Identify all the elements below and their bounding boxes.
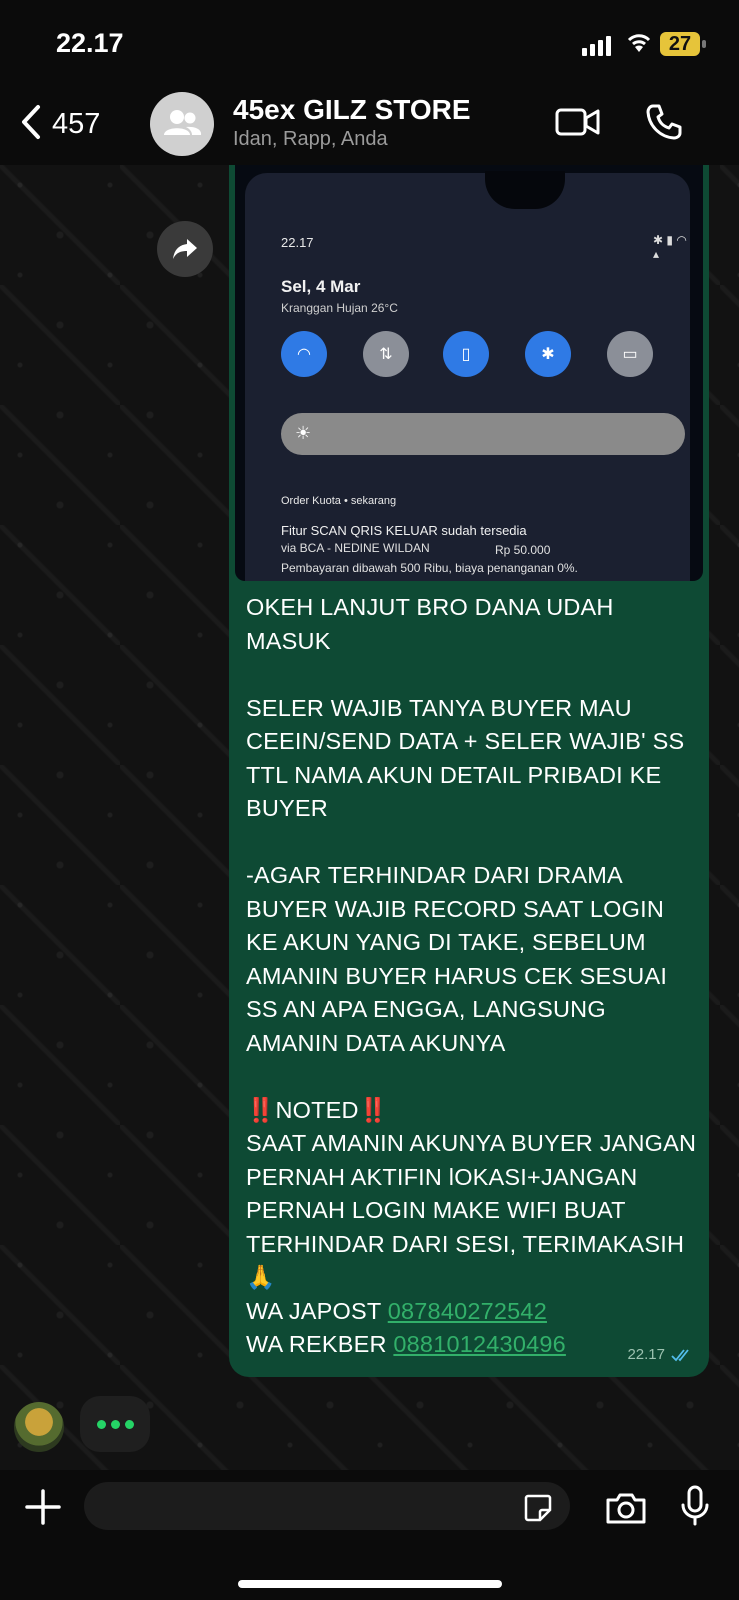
message-bubble[interactable]: 22.17 ✱ ▮ ◠ ▴ Sel, 4 Mar Kranggan Hujan …: [229, 165, 709, 1377]
attach-button[interactable]: [24, 1488, 62, 1534]
chat-participants: Idan, Rapp, Anda: [233, 128, 388, 150]
video-call-button[interactable]: [554, 104, 602, 145]
rekber-label: WA REKBER: [246, 1331, 394, 1357]
home-indicator: [238, 1580, 502, 1588]
message-meta: 22.17: [627, 1346, 693, 1363]
typing-indicator: [80, 1396, 150, 1452]
back-button[interactable]: 457: [20, 104, 100, 145]
sticker-button[interactable]: [522, 1492, 554, 1529]
message-time: 22.17: [627, 1346, 665, 1363]
data-toggle-icon: ⇅: [363, 331, 409, 377]
message-text: OKEH LANJUT BRO DANA UDAH MASUK SELER WA…: [246, 591, 698, 1362]
wifi-icon: [626, 32, 652, 59]
phone-screenshot: 22.17 ✱ ▮ ◠ ▴ Sel, 4 Mar Kranggan Hujan …: [245, 171, 690, 581]
unread-count: 457: [52, 108, 101, 140]
rekber-phone-link[interactable]: 0881012430496: [393, 1331, 566, 1357]
japost-label: WA JAPOST: [246, 1297, 388, 1324]
message-body: OKEH LANJUT BRO DANA UDAH MASUK SELER WA…: [246, 594, 697, 1290]
forward-button[interactable]: [157, 221, 213, 277]
photo-status-time: 22.17: [281, 235, 314, 250]
phone-icon: [646, 104, 682, 140]
plus-icon: [25, 1489, 61, 1525]
chat-title[interactable]: 45ex GILZ STORE: [233, 94, 471, 126]
brightness-slider: ☀: [281, 413, 685, 455]
status-bar: 22.17 27: [0, 0, 739, 80]
video-call-icon: [555, 108, 600, 136]
notification-app: Order Kuota • sekarang: [281, 495, 397, 507]
notification-title: Fitur SCAN QRIS KELUAR sudah tersedia: [281, 523, 527, 538]
voice-message-button[interactable]: [680, 1484, 710, 1533]
microphone-icon: [681, 1485, 709, 1526]
group-avatar[interactable]: [150, 92, 214, 156]
photo-status-icons: ✱ ▮ ◠ ▴: [653, 233, 687, 261]
chat-header: 457 45ex GILZ STORE Idan, Rapp, Anda: [0, 80, 739, 165]
status-time: 22.17: [56, 28, 124, 58]
photo-weather: Kranggan Hujan 26°C: [281, 301, 398, 315]
bluetooth-toggle-icon: ✱: [525, 331, 571, 377]
double-check-icon: [671, 1348, 689, 1361]
vibrate-toggle-icon: ▯: [443, 331, 489, 377]
cellular-signal-icon: [582, 36, 611, 56]
notification-amount: Rp 50.000: [495, 543, 551, 557]
wifi-toggle-icon: ◠: [281, 331, 327, 377]
sender-avatar[interactable]: [14, 1402, 64, 1452]
japost-phone-link[interactable]: 087840272542: [388, 1298, 547, 1324]
sun-icon: ☀: [295, 423, 312, 443]
camera-button[interactable]: [604, 1490, 648, 1531]
message-input[interactable]: [84, 1482, 570, 1530]
composer-bar: [0, 1470, 739, 1600]
forward-arrow-icon: [173, 239, 197, 259]
chevron-left-icon: [20, 104, 42, 145]
flashlight-toggle-icon: ▭: [607, 331, 653, 377]
voice-call-button[interactable]: [644, 102, 684, 147]
camera-icon: [606, 1493, 646, 1524]
sticker-icon: [524, 1494, 552, 1522]
photo-date: Sel, 4 Mar: [281, 277, 361, 296]
group-icon: [164, 110, 202, 135]
message-photo[interactable]: 22.17 ✱ ▮ ◠ ▴ Sel, 4 Mar Kranggan Hujan …: [235, 165, 703, 581]
notification-fee: Pembayaran dibawah 500 Ribu, biaya penan…: [281, 561, 578, 575]
battery-icon: 27: [660, 32, 700, 56]
